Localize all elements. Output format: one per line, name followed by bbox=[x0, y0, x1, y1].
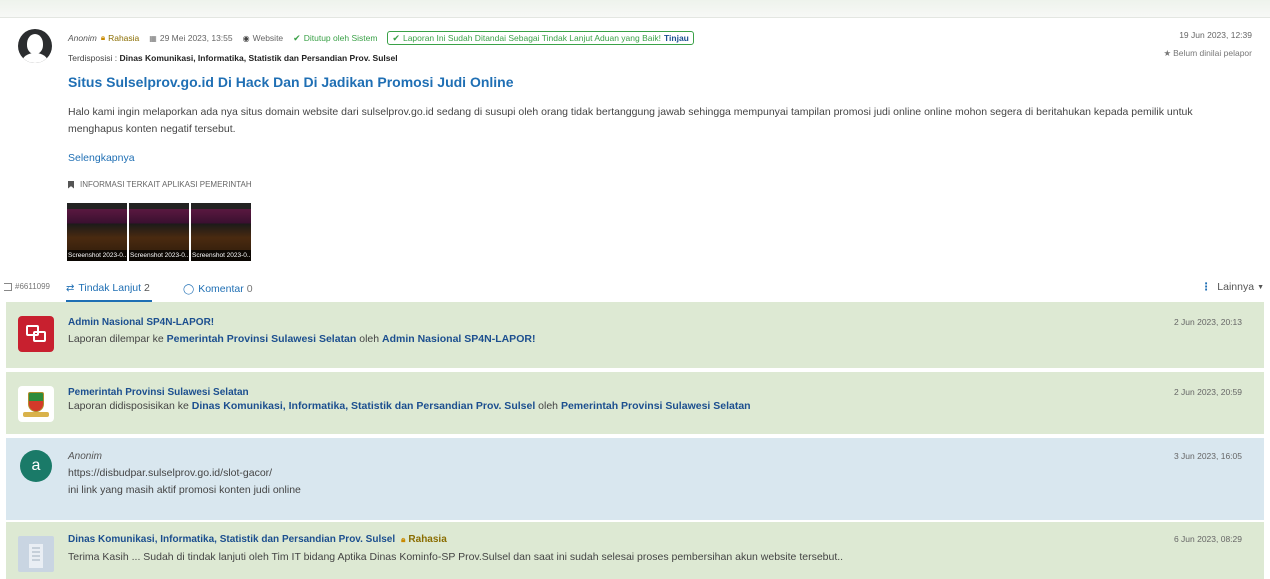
user-avatar bbox=[18, 29, 52, 63]
report-timestamp: 19 Jun 2023, 12:39 bbox=[1179, 30, 1252, 40]
tab-label: Komentar bbox=[198, 283, 244, 295]
caret-down-icon: ▼ bbox=[1257, 283, 1264, 291]
check-icon: ✔ bbox=[293, 32, 301, 43]
agency-link[interactable]: Pemerintah Provinsi Sulawesi Selatan bbox=[561, 400, 751, 412]
tab-count: 0 bbox=[246, 283, 253, 295]
rating-text: Belum dinilai pelapor bbox=[1173, 48, 1252, 58]
tab-bar: #6611099 ⇄ Tindak Lanjut 2 ◯ Komentar 0 … bbox=[0, 276, 1270, 302]
attachment-list: Screenshot 2023-0... Screenshot 2023-0..… bbox=[67, 203, 251, 261]
privacy-label: Rahasia bbox=[408, 534, 447, 545]
timeline-time: 2 Jun 2023, 20:59 bbox=[1173, 387, 1242, 397]
disposisi-value: Dinas Komunikasi, Informatika, Statistik… bbox=[119, 53, 398, 63]
timeline-author-row: Dinas Komunikasi, Informatika, Statistik… bbox=[68, 534, 447, 545]
comment-icon: ◯ bbox=[183, 283, 195, 295]
text-fragment: Laporan didisposisikan ke bbox=[68, 400, 192, 412]
timeline-author[interactable]: Admin Nasional SP4N-LAPOR! bbox=[68, 317, 214, 328]
timeline-text: Laporan dilempar ke Pemerintah Provinsi … bbox=[68, 333, 535, 345]
more-dropdown[interactable]: ⋮ Lainnya ▼ bbox=[1201, 281, 1264, 293]
attachment-thumbnail[interactable]: Screenshot 2023-0... bbox=[129, 203, 189, 261]
timeline-item: Pemerintah Provinsi Sulawesi Selatan Lap… bbox=[6, 372, 1264, 434]
calendar-icon: ▦ bbox=[149, 33, 157, 43]
attachment-caption: Screenshot 2023-0... bbox=[67, 250, 127, 261]
exchange-icon: ⇄ bbox=[66, 282, 75, 294]
report-id[interactable]: #6611099 bbox=[4, 282, 50, 291]
timeline-author: Anonim bbox=[68, 451, 102, 462]
badge-text: Laporan Ini Sudah Ditandai Sebagai Tinda… bbox=[402, 33, 661, 43]
tab-count: 2 bbox=[144, 282, 150, 294]
timeline-author[interactable]: Pemerintah Provinsi Sulawesi Selatan bbox=[68, 387, 249, 398]
report-id-text: #6611099 bbox=[15, 282, 50, 291]
rating-status: ★ Belum dinilai pelapor bbox=[1163, 48, 1252, 59]
attachment-caption: Screenshot 2023-0... bbox=[129, 250, 189, 261]
read-more-link[interactable]: Selengkapnya bbox=[68, 152, 135, 164]
user-avatar: a bbox=[20, 450, 52, 482]
disposisi-label: Terdisposisi : bbox=[68, 53, 118, 63]
timeline-item: a Anonim https://disbudpar.sulselprov.go… bbox=[6, 438, 1264, 520]
text-fragment: oleh bbox=[356, 333, 382, 345]
tab-komentar[interactable]: ◯ Komentar 0 bbox=[183, 276, 253, 302]
timeline-text: Laporan didisposisikan ke Dinas Komunika… bbox=[68, 400, 751, 412]
lapor-logo-icon bbox=[18, 316, 54, 352]
report-description: Halo kami ingin melaporkan ada nya situs… bbox=[68, 106, 1193, 135]
tab-label: Tindak Lanjut bbox=[78, 282, 142, 294]
report-title[interactable]: Situs Sulselprov.go.id Di Hack Dan Di Ja… bbox=[68, 74, 514, 90]
timeline-text: Terima Kasih ... Sudah di tindak lanjuti… bbox=[68, 551, 844, 563]
text-fragment: Laporan dilempar ke bbox=[68, 333, 167, 345]
tab-tindak-lanjut[interactable]: ⇄ Tindak Lanjut 2 bbox=[66, 276, 152, 302]
comment-text: ini link yang masih aktif promosi konten… bbox=[68, 484, 301, 496]
agency-link[interactable]: Pemerintah Provinsi Sulawesi Selatan bbox=[167, 333, 357, 345]
agency-link[interactable]: Admin Nasional SP4N-LAPOR! bbox=[382, 333, 535, 345]
top-bar bbox=[0, 0, 1270, 18]
star-icon: ★ bbox=[1163, 48, 1172, 58]
timeline-time: 3 Jun 2023, 16:05 bbox=[1173, 451, 1242, 461]
attachment-thumbnail[interactable]: Screenshot 2023-0... bbox=[67, 203, 127, 261]
author-name: Anonim bbox=[68, 33, 97, 43]
attachment-caption: Screenshot 2023-0... bbox=[191, 250, 251, 261]
agency-link[interactable]: Dinas Komunikasi, Informatika, Statistik… bbox=[192, 400, 536, 412]
report-card: Anonim 🔒︎ Rahasia ▦ 29 Mei 2023, 13:55 ◉… bbox=[0, 18, 1270, 280]
privacy-label: Rahasia bbox=[108, 33, 140, 43]
lock-icon: 🔒︎ bbox=[401, 534, 406, 544]
attachment-thumbnail[interactable]: Screenshot 2023-0... bbox=[191, 203, 251, 261]
more-label: Lainnya bbox=[1217, 281, 1255, 293]
closed-status: Ditutup oleh Sistem bbox=[303, 33, 378, 43]
comment-link: https://disbudpar.sulselprov.go.id/slot-… bbox=[68, 467, 273, 479]
globe-icon: ◉ bbox=[242, 33, 250, 43]
report-channel: Website bbox=[252, 33, 284, 43]
timeline-time: 6 Jun 2023, 08:29 bbox=[1173, 534, 1242, 544]
checkbox-icon bbox=[4, 282, 12, 291]
timeline-item: Dinas Komunikasi, Informatika, Statistik… bbox=[6, 522, 1264, 579]
timeline-author[interactable]: Dinas Komunikasi, Informatika, Statistik… bbox=[68, 534, 395, 545]
check-icon: ✔ bbox=[392, 32, 400, 43]
tinjau-link[interactable]: Tinjau bbox=[664, 33, 689, 43]
province-emblem-icon bbox=[18, 386, 54, 422]
lock-icon: 🔒︎ bbox=[100, 33, 106, 42]
timeline-item: Admin Nasional SP4N-LAPOR! Laporan dilem… bbox=[6, 302, 1264, 368]
vertical-dots-icon: ⋮ bbox=[1200, 281, 1212, 293]
good-followup-badge: ✔ Laporan Ini Sudah Ditandai Sebagai Tin… bbox=[387, 31, 694, 45]
bookmark-icon bbox=[68, 180, 74, 189]
building-icon bbox=[18, 536, 54, 572]
disposisi-line: Terdisposisi : Dinas Komunikasi, Informa… bbox=[68, 53, 398, 63]
info-label: INFORMASI TERKAIT APLIKASI PEMERINTAH bbox=[80, 180, 252, 189]
text-fragment: oleh bbox=[535, 400, 561, 412]
report-date: 29 Mei 2023, 13:55 bbox=[159, 33, 233, 43]
info-category: INFORMASI TERKAIT APLIKASI PEMERINTAH bbox=[68, 180, 252, 189]
report-meta: Anonim 🔒︎ Rahasia ▦ 29 Mei 2023, 13:55 ◉… bbox=[68, 30, 694, 46]
timeline-time: 2 Jun 2023, 20:13 bbox=[1173, 317, 1242, 327]
